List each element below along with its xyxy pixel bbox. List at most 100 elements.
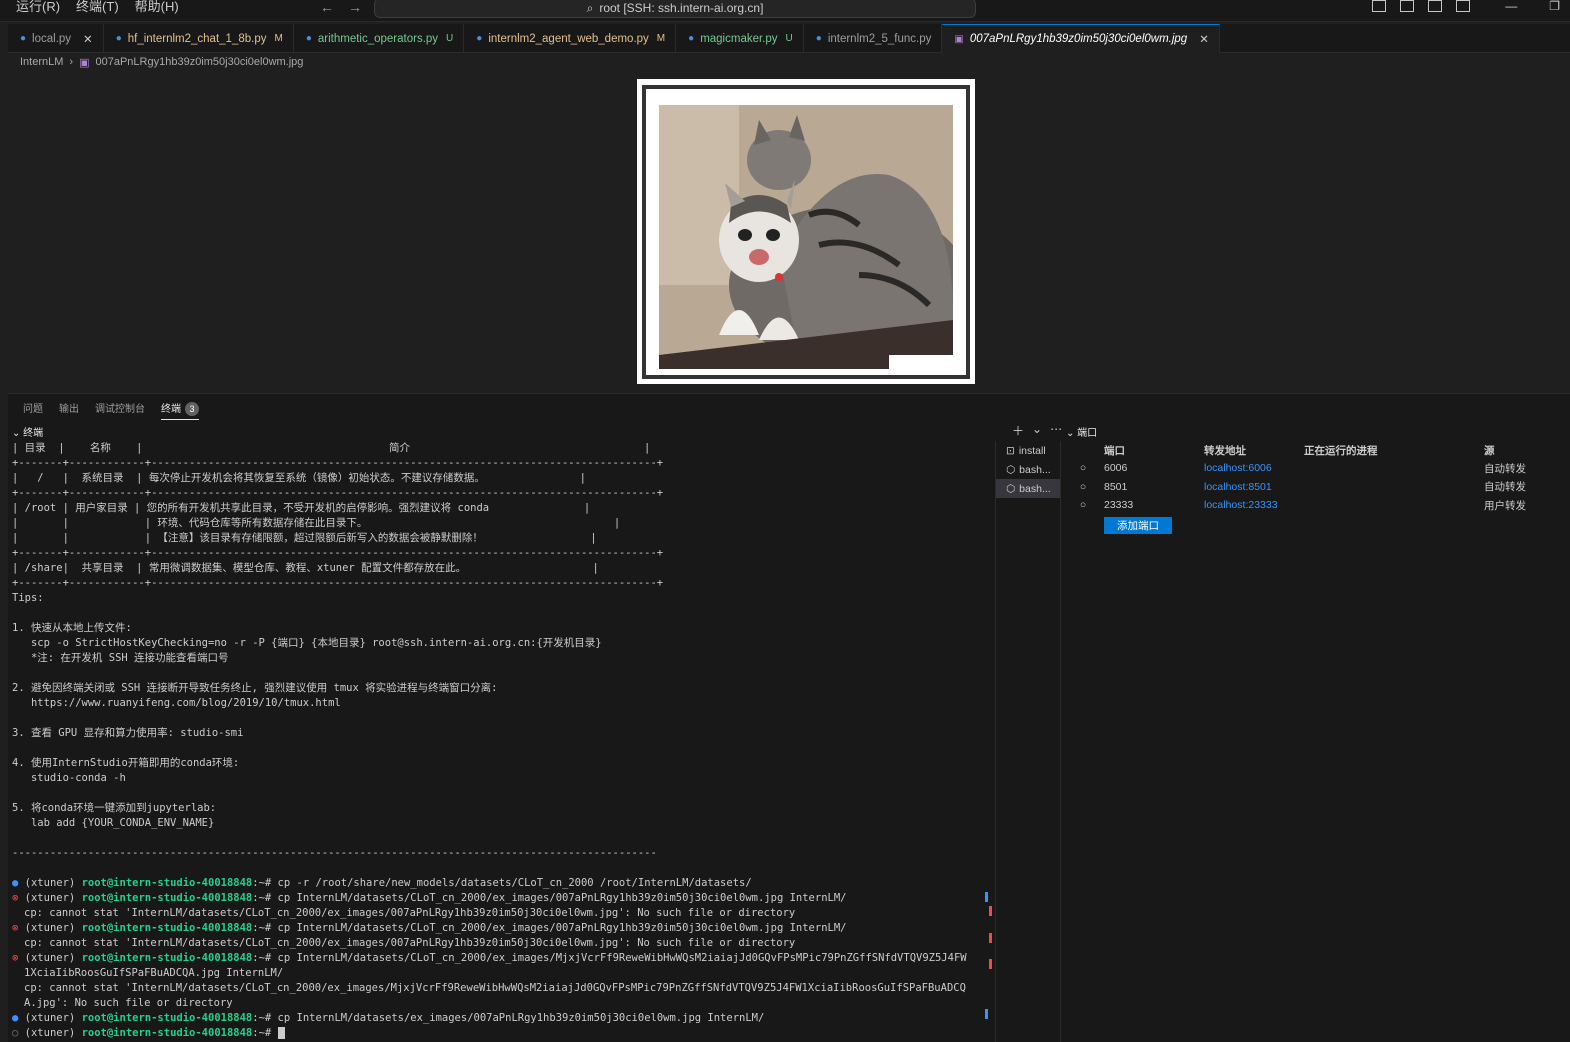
terminal-line: | /root | 用户家目录 | 您的所有开发机共享此目录，不受开发机的启停影…	[12, 502, 591, 514]
terminal-line: 4. 使用InternStudio开箱即用的conda环境:	[12, 757, 240, 769]
port-number: 6006	[1104, 462, 1128, 475]
tab-magicmaker[interactable]: ● magicmaker.py U	[676, 24, 804, 53]
terminal-item-bash[interactable]: ⬡ bash...	[996, 460, 1060, 479]
menu-run[interactable]: 运行(R)	[16, 0, 60, 14]
prompt: root@intern-studio-40018848	[81, 1027, 253, 1039]
command-line: ● (xtuner) root@intern-studio-40018848:~…	[12, 876, 983, 891]
scroll-marker	[989, 959, 992, 969]
terminal-line: +-------+------------+------------------…	[12, 457, 664, 469]
back-arrow-icon[interactable]: ←	[320, 0, 334, 14]
terminal-list: ⊡ install ⬡ bash... ⬡ bash...	[995, 441, 1061, 1042]
tab-output[interactable]: 输出	[59, 400, 79, 420]
toggle-sidebar-icon[interactable]	[1372, 0, 1386, 12]
tab-debug-console[interactable]: 调试控制台	[95, 400, 145, 420]
breadcrumb-folder[interactable]: InternLM	[20, 56, 63, 68]
tab-local-py[interactable]: ● local.py ✕	[8, 24, 104, 53]
restore-icon[interactable]: ❐	[1549, 0, 1560, 12]
breadcrumb: InternLM › ▣ 007aPnLRgy1hb39z0im50j30ci0…	[20, 54, 303, 70]
tab-label: 007aPnLRgy1hb39z0im50j30ci0el0wm.jpg	[969, 33, 1188, 45]
forward-address-link[interactable]: localhost:8501	[1204, 481, 1304, 493]
ports-section-header[interactable]: ⌄ 端口	[1066, 424, 1097, 439]
error-line: cp: cannot stat 'InternLM/datasets/CLoT_…	[24, 937, 796, 949]
ports-header-row: 端口 转发地址 正在运行的进程 源	[1062, 441, 1570, 459]
prompt: root@intern-studio-40018848	[81, 1012, 253, 1024]
python-file-icon: ●	[305, 33, 312, 44]
menu-bar: 运行(R) 终端(T) 帮助(H)	[16, 0, 179, 14]
port-source: 自动转发	[1484, 462, 1526, 475]
cat-photo	[659, 105, 953, 369]
scroll-marker	[985, 1009, 988, 1019]
toggle-secondary-sidebar-icon[interactable]	[1428, 0, 1442, 12]
python-file-icon: ●	[476, 33, 483, 44]
terminal-output[interactable]: | 目录 | 名称 | 简介 | +-------+------------+-…	[8, 441, 983, 1042]
close-icon[interactable]: ✕	[1199, 32, 1209, 46]
prompt-suffix: :~#	[252, 1027, 278, 1039]
minimize-icon[interactable]: —	[1505, 0, 1517, 12]
port-status-icon: ○	[1079, 480, 1087, 493]
toggle-panel-icon[interactable]	[1400, 0, 1414, 12]
terminal-line: scp -o StrictHostKeyChecking=no -r -P {端…	[12, 637, 602, 649]
tab-hf-internlm2-chat[interactable]: ● hf_internlm2_chat_1_8b.py M	[104, 24, 294, 53]
scroll-marker	[985, 892, 988, 902]
breadcrumb-file[interactable]: 007aPnLRgy1hb39z0im50j30ci0el0wm.jpg	[96, 56, 304, 68]
terminal-cursor	[277, 1027, 285, 1039]
add-port-button[interactable]: 添加端口	[1104, 516, 1172, 534]
success-dot-icon: ●	[12, 1012, 25, 1024]
command-line: ○ (xtuner) root@intern-studio-40018848:~…	[12, 1026, 983, 1041]
tab-internlm2-agent-web-demo[interactable]: ● internlm2_agent_web_demo.py M	[464, 24, 677, 53]
terminal-item-bash-active[interactable]: ⬡ bash...	[996, 479, 1060, 498]
terminal-line: https://www.ruanyifeng.com/blog/2019/10/…	[12, 697, 341, 709]
terminal-actions: ＋ ⌄ ⋯	[1012, 422, 1062, 439]
tab-label: internlm2_5_func.py	[827, 32, 932, 45]
chevron-down-icon[interactable]: ⌄	[1032, 422, 1042, 439]
prompt: root@intern-studio-40018848	[81, 892, 253, 904]
error-line: A.jpg': No such file or directory	[24, 997, 233, 1009]
port-row[interactable]: ○ 8501 localhost:8501 自动转发	[1062, 478, 1570, 497]
terminal-line: | 目录 | 名称 | 简介 |	[12, 442, 651, 454]
port-number: 23333	[1104, 499, 1134, 512]
forward-address-link[interactable]: localhost:6006	[1204, 462, 1304, 474]
close-icon[interactable]: ✕	[83, 32, 93, 46]
port-row[interactable]: ○ 23333 localhost:23333 用户转发	[1062, 496, 1570, 515]
prompt-suffix: :~#	[252, 1012, 278, 1024]
terminal-item-install[interactable]: ⊡ install	[996, 441, 1060, 460]
tab-arithmetic-operators[interactable]: ● arithmetic_operators.py U	[294, 24, 465, 53]
port-row[interactable]: ○ 6006 localhost:6006 自动转发	[1062, 459, 1570, 478]
error-line: cp: cannot stat 'InternLM/datasets/CLoT_…	[24, 982, 966, 994]
image-preview	[637, 79, 975, 384]
forward-address-link[interactable]: localhost:23333	[1204, 499, 1304, 511]
tab-problems[interactable]: 问题	[23, 400, 43, 420]
customize-layout-icon[interactable]	[1456, 0, 1470, 12]
layout-controls	[1372, 0, 1470, 12]
error-dot-icon: ⊗	[12, 892, 25, 904]
command-line: ⊗ (xtuner) root@intern-studio-40018848:~…	[12, 951, 983, 966]
tab-internlm2-5-func[interactable]: ● internlm2_5_func.py	[804, 24, 943, 53]
command-text: cp -r /root/share/new_models/datasets/CL…	[277, 877, 752, 889]
python-file-icon: ●	[688, 33, 695, 44]
command-center[interactable]: ⌕ root [SSH: ssh.intern-ai.org.cn]	[374, 0, 976, 18]
terminal-scroll-markers	[985, 441, 993, 1042]
terminal-line: studio-conda -h	[12, 772, 126, 784]
tab-image-file[interactable]: ▣ 007aPnLRgy1hb39z0im50j30ci0el0wm.jpg ✕	[942, 24, 1220, 53]
pending-dot-icon: ○	[12, 1027, 25, 1039]
column-header-port: 端口	[1104, 444, 1125, 457]
add-terminal-icon[interactable]: ＋	[1012, 422, 1024, 439]
terminal-item-label: install	[1018, 444, 1046, 457]
more-actions-icon[interactable]: ⋯	[1050, 422, 1062, 439]
tab-terminal[interactable]: 终端 3	[161, 400, 199, 420]
window-controls: — ❐	[1505, 0, 1560, 12]
forward-arrow-icon[interactable]: →	[348, 0, 362, 14]
conda-env: (xtuner)	[24, 952, 82, 964]
menu-terminal[interactable]: 终端(T)	[76, 0, 119, 14]
port-source: 用户转发	[1484, 499, 1526, 512]
terminal-section-header[interactable]: ⌄ 终端	[8, 424, 1062, 440]
prompt: root@intern-studio-40018848	[81, 952, 253, 964]
success-dot-icon: ●	[12, 877, 25, 889]
tab-terminal-label: 终端	[161, 404, 181, 415]
port-number: 8501	[1104, 480, 1128, 493]
menu-help[interactable]: 帮助(H)	[135, 0, 179, 14]
tab-label: hf_internlm2_chat_1_8b.py	[127, 32, 267, 45]
tab-label: internlm2_agent_web_demo.py	[488, 32, 649, 45]
